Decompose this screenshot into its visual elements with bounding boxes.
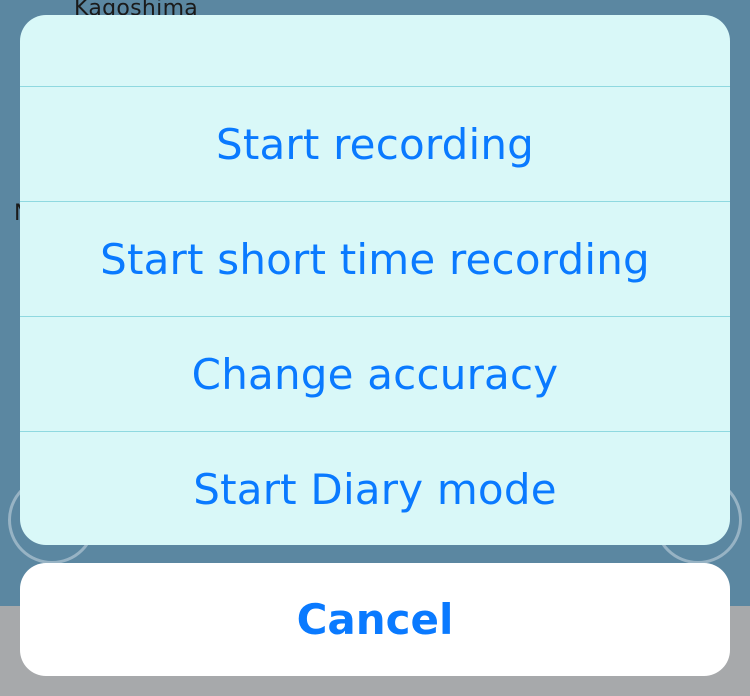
action-sheet-header: [20, 15, 730, 87]
action-sheet: Start recording Start short time recordi…: [20, 15, 730, 545]
start-recording-button[interactable]: Start recording: [20, 87, 730, 202]
start-diary-mode-button[interactable]: Start Diary mode: [20, 432, 730, 545]
change-accuracy-button[interactable]: Change accuracy: [20, 317, 730, 432]
start-short-time-recording-button[interactable]: Start short time recording: [20, 202, 730, 317]
screen: Kagoshima N Start recording Start short …: [0, 0, 750, 696]
cancel-button[interactable]: Cancel: [20, 563, 730, 676]
